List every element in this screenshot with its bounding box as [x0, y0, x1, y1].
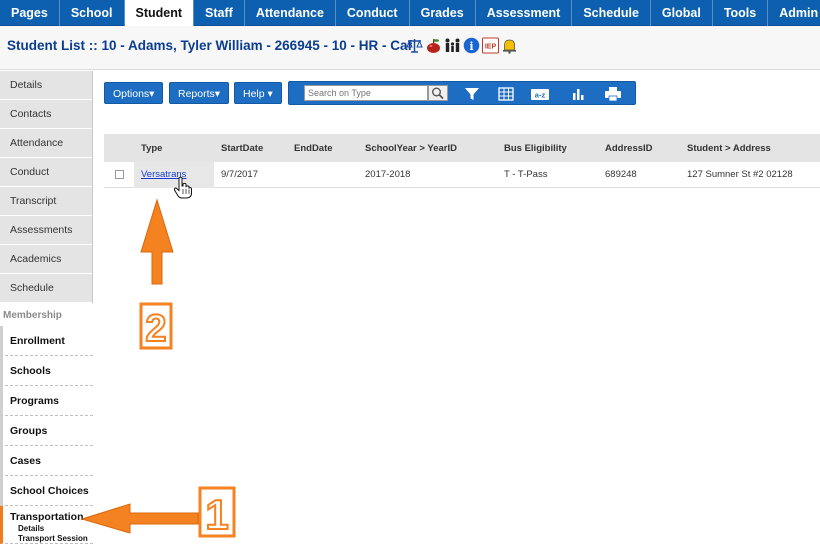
column-header-end-date[interactable]: EndDate — [294, 134, 333, 162]
search-button[interactable] — [428, 85, 448, 101]
sidebar-item-academics[interactable]: Academics — [0, 245, 92, 274]
subnav-item-enrollment[interactable]: Enrollment — [0, 326, 93, 356]
options-button[interactable]: Options▾ — [104, 82, 164, 104]
grid-header-row: Type StartDate EndDate SchoolYear > Year… — [104, 134, 820, 162]
versatrans-link[interactable]: Versatrans — [141, 169, 186, 180]
sidebar-item-transcript[interactable]: Transcript — [0, 187, 92, 216]
sidebar-item-conduct[interactable]: Conduct — [0, 158, 92, 187]
reports-button[interactable]: Reports▾ — [169, 82, 230, 104]
section-label-membership: Membership — [3, 310, 62, 321]
tab-attendance[interactable]: Attendance — [245, 0, 336, 26]
page: Pages School Student Staff Attendance Co… — [0, 0, 820, 560]
tab-pages[interactable]: Pages — [0, 0, 60, 26]
tab-tools[interactable]: Tools — [713, 0, 769, 26]
column-header-address-id[interactable]: AddressID — [605, 134, 653, 162]
sidebar-item-schedule[interactable]: Schedule — [0, 274, 92, 303]
subnav-item-transportation[interactable]: Transportation Details Transport Session — [0, 506, 93, 544]
tab-conduct[interactable]: Conduct — [336, 0, 410, 26]
filter-icon[interactable] — [462, 85, 482, 103]
tab-staff[interactable]: Staff — [194, 0, 245, 26]
subnav-item-programs[interactable]: Programs — [0, 386, 93, 416]
tab-admin[interactable]: Admin — [768, 0, 820, 26]
search-icon — [432, 87, 444, 100]
title-row: Student List :: 10 - Adams, Tyler Willia… — [0, 26, 820, 70]
table-row[interactable]: Versatrans 9/7/2017 2017-2018 T - T-Pass… — [104, 162, 820, 188]
scales-icon[interactable] — [406, 37, 423, 54]
page-title: Student List :: 10 - Adams, Tyler Willia… — [7, 38, 412, 53]
info-icon[interactable]: i — [463, 37, 480, 54]
annotation-number-1: 1 — [198, 486, 236, 538]
annotation-number-2: 2 — [139, 302, 173, 350]
sidebar-item-assessments[interactable]: Assessments — [0, 216, 92, 245]
family-icon[interactable] — [444, 37, 461, 54]
address-id-cell: 689248 — [605, 169, 637, 180]
svg-text:1: 1 — [205, 491, 228, 538]
sidebar-item-attendance[interactable]: Attendance — [0, 129, 92, 158]
subnav-item-schools[interactable]: Schools — [0, 356, 93, 386]
apple-icon[interactable] — [425, 37, 442, 54]
column-header-student-address[interactable]: Student > Address — [687, 134, 771, 162]
student-alert-flags: i IEP — [406, 37, 518, 54]
tab-global[interactable]: Global — [651, 0, 713, 26]
svg-text:i: i — [469, 40, 473, 53]
chart-icon[interactable] — [568, 85, 588, 103]
column-header-type[interactable]: Type — [141, 134, 162, 162]
svg-text:2: 2 — [145, 308, 166, 350]
subnav-item-transportation-label: Transportation — [10, 511, 84, 523]
search-input[interactable] — [304, 85, 428, 101]
bell-icon[interactable] — [501, 37, 518, 54]
svg-text:IEP: IEP — [485, 44, 497, 51]
sidebar-item-contacts[interactable]: Contacts — [0, 100, 92, 129]
annotation-arrow-left — [80, 503, 199, 534]
start-date-cell: 9/7/2017 — [221, 169, 258, 180]
subnav-child-transport-session[interactable]: Transport Session — [10, 534, 93, 544]
tab-schedule[interactable]: Schedule — [572, 0, 651, 26]
search-toolbar: a-z — [288, 81, 636, 105]
subnav-item-groups[interactable]: Groups — [0, 416, 93, 446]
column-header-bus-eligibility[interactable]: Bus Eligibility — [504, 134, 567, 162]
membership-subnav: Enrollment Schools Programs Groups Cases… — [0, 326, 93, 544]
grid-fields-icon[interactable] — [496, 85, 516, 103]
tab-assessment[interactable]: Assessment — [476, 0, 573, 26]
svg-text:a-z: a-z — [535, 91, 546, 100]
bus-eligibility-cell: T - T-Pass — [504, 169, 548, 180]
school-year-cell: 2017-2018 — [365, 169, 411, 180]
annotation-arrow-up — [140, 198, 174, 285]
iep-icon[interactable]: IEP — [482, 37, 499, 54]
transportation-grid: Type StartDate EndDate SchoolYear > Year… — [104, 134, 820, 188]
tab-school[interactable]: School — [60, 0, 125, 26]
help-button[interactable]: Help ▾ — [234, 82, 282, 104]
tab-grades[interactable]: Grades — [410, 0, 476, 26]
column-header-start-date[interactable]: StartDate — [221, 134, 263, 162]
subnav-item-cases[interactable]: Cases — [0, 446, 93, 476]
column-header-school-year[interactable]: SchoolYear > YearID — [365, 134, 457, 162]
tab-student[interactable]: Student — [124, 0, 195, 26]
top-nav-bar: Pages School Student Staff Attendance Co… — [0, 0, 820, 26]
side-nav: Details Contacts Attendance Conduct Tran… — [0, 71, 93, 303]
sidebar-item-details[interactable]: Details — [0, 71, 92, 100]
row-checkbox[interactable] — [115, 170, 124, 179]
student-address-cell: 127 Sumner St #2 02128 — [687, 169, 793, 180]
subnav-child-details[interactable]: Details — [10, 524, 93, 534]
sort-icon[interactable]: a-z — [530, 85, 550, 103]
type-link[interactable]: Versatrans — [141, 162, 186, 187]
subnav-item-school-choices[interactable]: School Choices — [0, 476, 93, 506]
print-icon[interactable] — [603, 85, 623, 103]
